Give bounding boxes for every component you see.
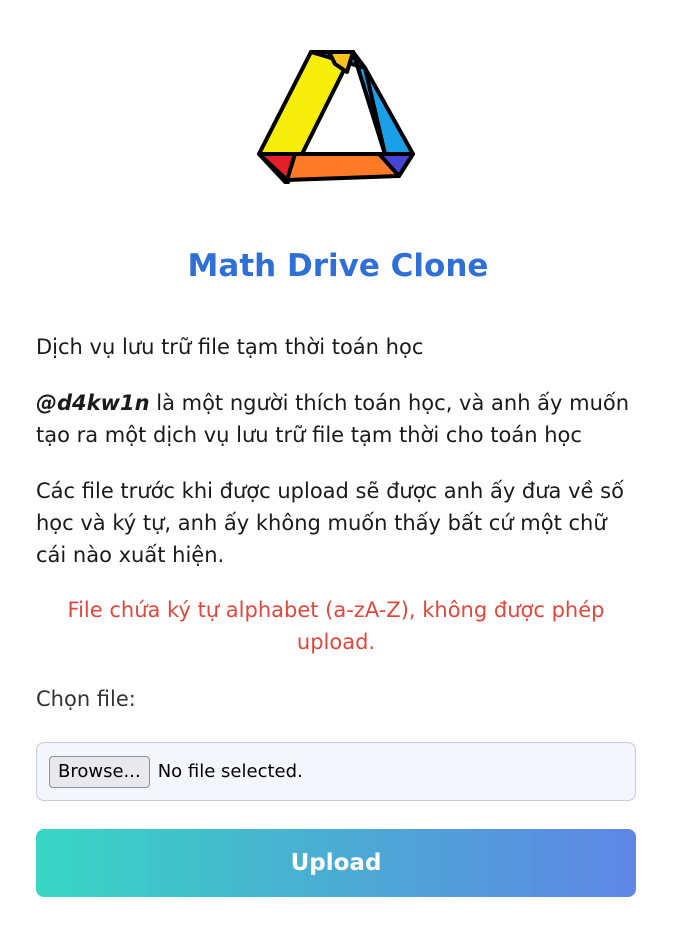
- file-label: Chọn file:: [36, 687, 136, 711]
- info-paragraph: Các file trước khi được upload sẽ được a…: [36, 479, 624, 567]
- file-input[interactable]: Browse... No file selected.: [36, 742, 636, 801]
- drive-triangle-logo-icon: [257, 50, 415, 184]
- page-title: Math Drive Clone: [187, 248, 489, 284]
- upload-button[interactable]: Upload: [36, 829, 636, 897]
- browse-button[interactable]: Browse...: [49, 755, 150, 788]
- author-paragraph: @d4kw1n là một người thích toán học, và …: [36, 387, 642, 451]
- page: Math Drive Clone Dịch vụ lưu trữ file tạ…: [0, 0, 676, 927]
- author-handle: @d4kw1n: [36, 391, 150, 415]
- error-message: File chứa ký tự alphabet (a-zA-Z), không…: [67, 598, 605, 654]
- file-status: No file selected.: [157, 761, 303, 782]
- tagline: Dịch vụ lưu trữ file tạm thời toán học: [36, 335, 424, 359]
